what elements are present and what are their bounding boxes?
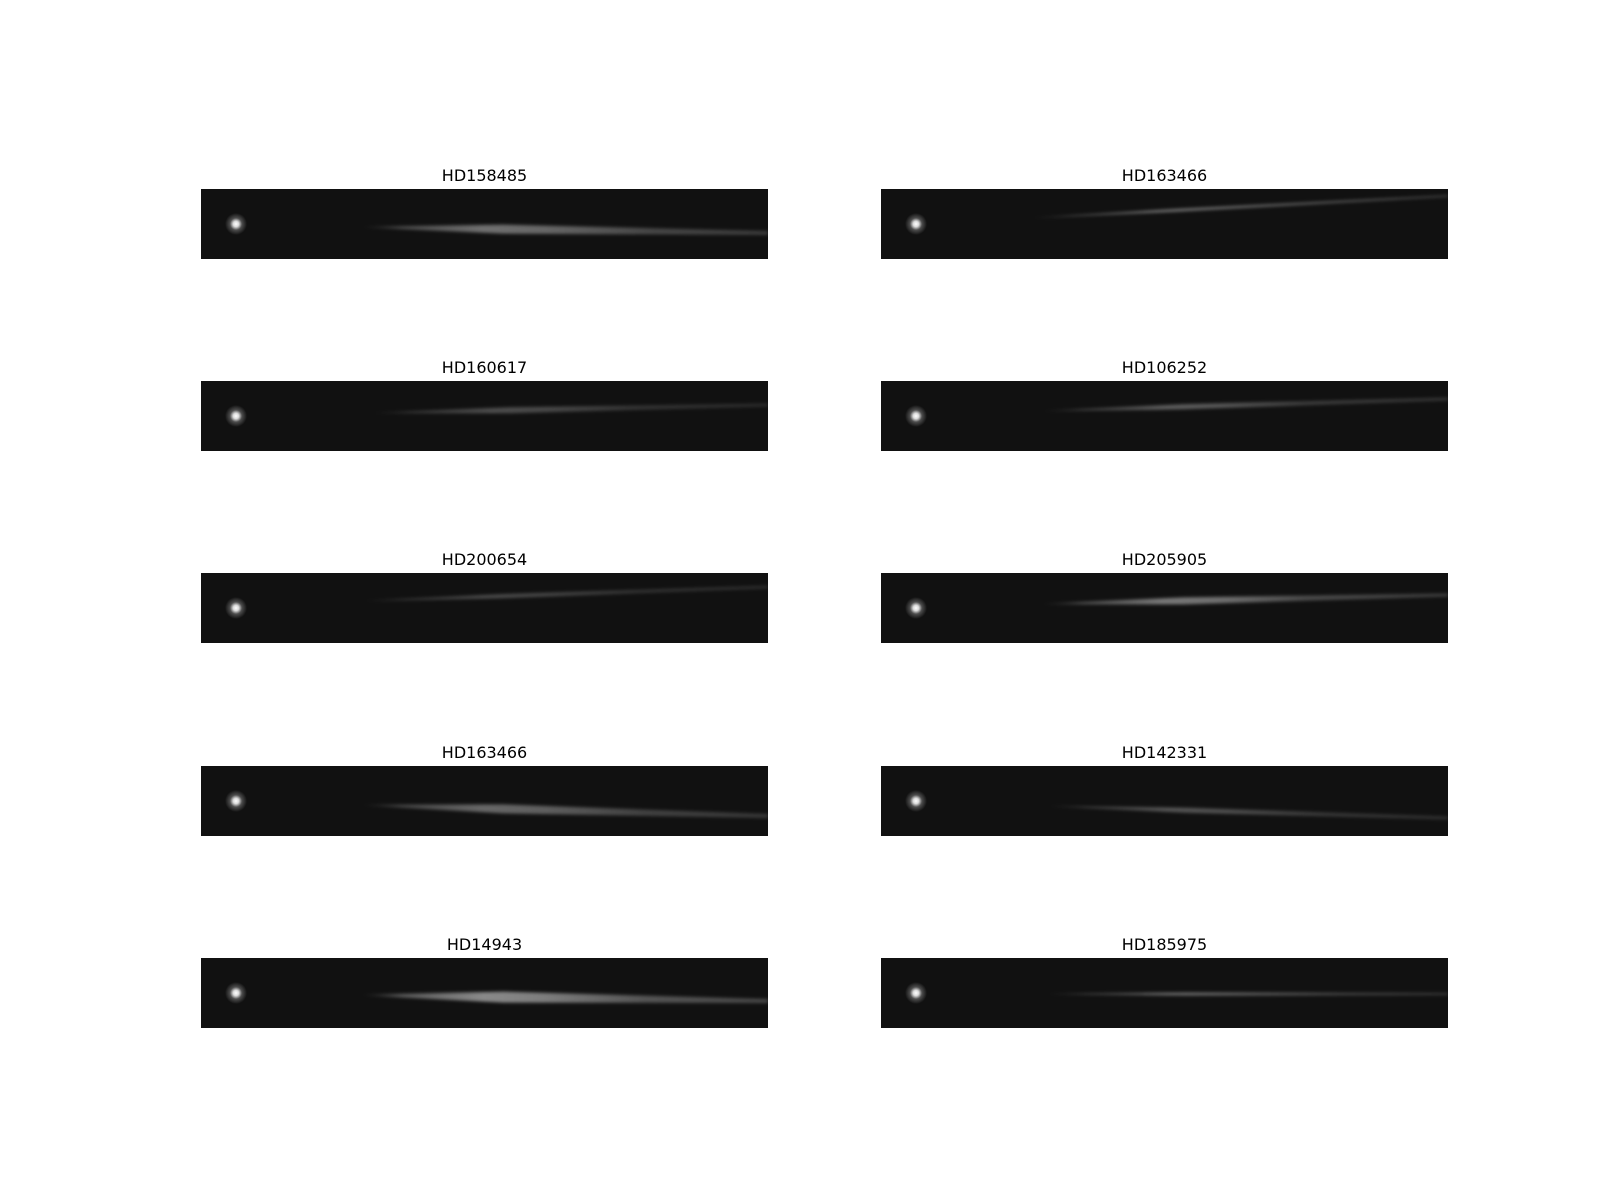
star-point <box>905 213 927 235</box>
panel-title: HD106252 <box>1121 358 1208 377</box>
spectrum-panel: HD158485 <box>201 166 768 259</box>
spectrum-background <box>201 381 768 451</box>
panel-title: HD200654 <box>441 550 528 569</box>
spectrum-image <box>201 766 768 836</box>
panel-title: HD142331 <box>1121 743 1208 762</box>
spectrum-background <box>881 381 1448 451</box>
spectrum-image <box>881 958 1448 1028</box>
spectrum-panel: HD200654 <box>201 550 768 643</box>
spectrum-image <box>881 573 1448 643</box>
star-point <box>905 790 927 812</box>
spectrum-image <box>201 958 768 1028</box>
star-point <box>905 405 927 427</box>
spectrum-background <box>201 189 768 259</box>
spectrum-image <box>881 766 1448 836</box>
panel-title: HD14943 <box>446 935 523 954</box>
star-point <box>905 597 927 619</box>
spectrum-background <box>881 766 1448 836</box>
spectrum-panel: HD106252 <box>881 358 1448 451</box>
spectrum-background <box>201 766 768 836</box>
spectrum-background <box>201 573 768 643</box>
spectrum-panel: HD142331 <box>881 743 1448 836</box>
spectrum-panel: HD160617 <box>201 358 768 451</box>
spectrum-image <box>881 381 1448 451</box>
spectrum-panel: HD205905 <box>881 550 1448 643</box>
spectrum-image <box>201 381 768 451</box>
spectrum-image <box>881 189 1448 259</box>
star-point <box>225 790 247 812</box>
spectrum-image <box>201 573 768 643</box>
panel-title: HD163466 <box>441 743 528 762</box>
star-point <box>225 982 247 1004</box>
star-point <box>225 213 247 235</box>
spectrum-panel: HD163466 <box>881 166 1448 259</box>
panel-title: HD163466 <box>1121 166 1208 185</box>
spectrum-panel: HD185975 <box>881 935 1448 1028</box>
star-point <box>225 405 247 427</box>
panel-title: HD158485 <box>441 166 528 185</box>
spectrum-panel: HD163466 <box>201 743 768 836</box>
panel-title: HD160617 <box>441 358 528 377</box>
star-point <box>905 982 927 1004</box>
spectrum-image <box>201 189 768 259</box>
panel-title: HD185975 <box>1121 935 1208 954</box>
star-point <box>225 597 247 619</box>
spectrum-panel: HD14943 <box>201 935 768 1028</box>
spectrum-background <box>881 573 1448 643</box>
panel-title: HD205905 <box>1121 550 1208 569</box>
